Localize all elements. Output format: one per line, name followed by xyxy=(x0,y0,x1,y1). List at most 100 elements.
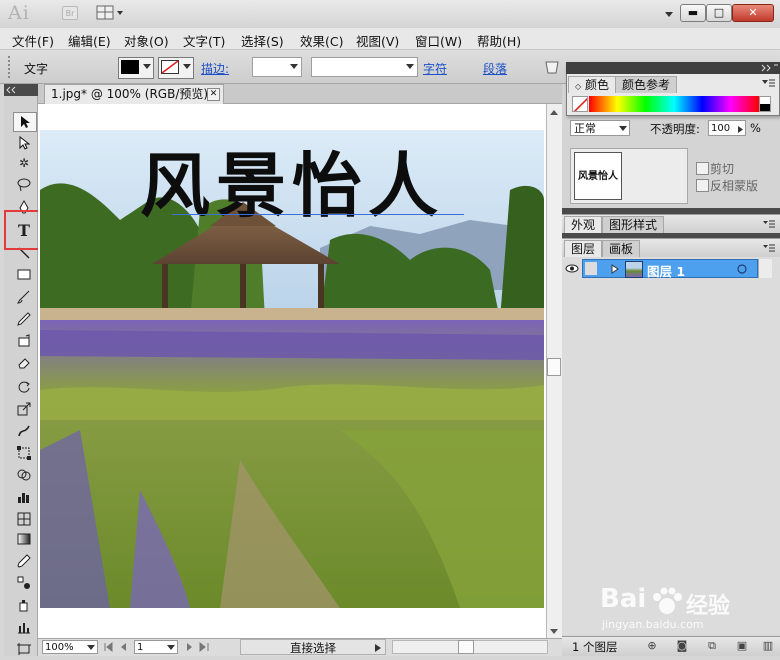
arrange-documents-button[interactable] xyxy=(96,4,126,22)
direct-selection-tool-icon[interactable] xyxy=(13,134,35,152)
menu-view[interactable]: 视图(V) xyxy=(356,31,399,50)
font-family-dropdown[interactable] xyxy=(311,57,418,77)
color-spectrum-ramp[interactable] xyxy=(589,96,759,112)
scroll-up-icon[interactable] xyxy=(548,106,560,116)
menu-file[interactable]: 文件(F) xyxy=(12,31,54,50)
eraser-tool-icon[interactable] xyxy=(13,354,35,372)
eyedropper-tool-icon[interactable] xyxy=(13,552,35,570)
gradient-tool-icon[interactable] xyxy=(13,530,35,548)
tab-layers[interactable]: 图层 xyxy=(564,240,603,257)
visibility-eye-icon[interactable] xyxy=(564,259,580,278)
collapse-arrows-icon xyxy=(6,86,16,94)
tab-graphic-styles[interactable]: 图形样式 xyxy=(602,216,665,233)
layer-thumbnail xyxy=(625,261,643,278)
tab-color[interactable]: ◇ 颜色 xyxy=(568,76,616,93)
paintbrush-tool-icon[interactable] xyxy=(13,288,35,306)
close-icon[interactable]: ✕ xyxy=(207,88,220,101)
page-dropdown[interactable]: 1 xyxy=(134,640,178,654)
stroke-panel-link[interactable]: 描边: xyxy=(201,60,229,77)
tab-color-guide[interactable]: 颜色参考 xyxy=(615,76,678,93)
blend-mode-value: 正常 xyxy=(574,122,596,135)
panel-menu-icon[interactable] xyxy=(760,78,776,90)
layer-row[interactable]: 图层 1 xyxy=(582,259,758,279)
lock-toggle[interactable] xyxy=(585,262,597,275)
symbol-sprayer-tool-icon[interactable] xyxy=(13,596,35,614)
mesh-tool-icon[interactable] xyxy=(13,510,35,528)
clip-label: 剪切 xyxy=(710,162,735,176)
horizontal-scroll-thumb[interactable] xyxy=(458,640,474,654)
rectangle-tool-icon[interactable] xyxy=(13,266,35,284)
chevron-down-icon[interactable] xyxy=(664,8,674,18)
panel-menu-icon[interactable] xyxy=(762,243,776,253)
invert-mask-checkbox[interactable] xyxy=(696,179,709,192)
opacity-unit: % xyxy=(750,121,761,135)
tab-artboards[interactable]: 画板 xyxy=(602,240,641,257)
menu-window[interactable]: 窗口(W) xyxy=(415,31,462,50)
tools-panel-grip[interactable] xyxy=(4,84,38,96)
menu-object[interactable]: 对象(O) xyxy=(124,31,169,50)
menu-effect[interactable]: 效果(C) xyxy=(300,31,343,50)
selection-tool-icon[interactable] xyxy=(13,112,37,132)
status-tool-readout[interactable]: 直接选择 xyxy=(240,639,386,655)
watermark-brand: Bai xyxy=(600,584,647,614)
target-circle-icon[interactable] xyxy=(737,264,747,274)
chevron-right-icon xyxy=(375,644,381,652)
expand-triangle-icon[interactable] xyxy=(611,264,619,274)
close-window-button[interactable]: ✕ xyxy=(732,4,774,22)
document-tab-title: 1.jpg* @ 100% (RGB/预览) xyxy=(51,87,209,101)
column-graph-tool-icon[interactable] xyxy=(13,618,35,636)
pencil-tool-icon[interactable] xyxy=(13,310,35,328)
stroke-weight-dropdown[interactable] xyxy=(252,57,302,77)
paw-logo-icon xyxy=(653,587,682,614)
first-prev-arrow-icon xyxy=(104,641,126,653)
app-logo: Ai xyxy=(8,2,30,24)
watermark-url: jingyan.baidu.com xyxy=(602,618,704,631)
magic-wand-tool-icon[interactable]: ✲ xyxy=(13,154,35,172)
tools-list: ✲ T xyxy=(4,96,38,656)
menu-help[interactable]: 帮助(H) xyxy=(477,31,521,50)
menu-select[interactable]: 选择(S) xyxy=(241,31,284,50)
fill-color-swatch[interactable] xyxy=(118,57,154,79)
warp-tool-icon[interactable] xyxy=(13,422,35,440)
minimize-button[interactable]: ▬ xyxy=(680,4,706,22)
black-white-swatch[interactable] xyxy=(759,96,771,112)
artboard-tool-icon[interactable] xyxy=(13,640,35,658)
color-panel-grip[interactable] xyxy=(566,62,780,74)
shape-builder-tool-icon[interactable] xyxy=(13,466,35,484)
character-panel-link[interactable]: 字符 xyxy=(423,60,447,77)
text-baseline xyxy=(172,214,464,215)
blend-mode-dropdown[interactable]: 正常 xyxy=(570,120,630,136)
layers-panel-header: 图层 画板 xyxy=(562,238,780,258)
none-color-swatch[interactable] xyxy=(572,96,588,112)
blend-tool-icon[interactable] xyxy=(13,574,35,592)
opacity-input[interactable]: 100 xyxy=(708,120,746,136)
object-thumbnail[interactable]: 风景怡人 xyxy=(574,152,622,200)
rotate-tool-icon[interactable] xyxy=(13,378,35,396)
scale-tool-icon[interactable] xyxy=(13,400,35,418)
menu-type[interactable]: 文字(T) xyxy=(183,31,225,50)
lasso-tool-icon[interactable] xyxy=(13,176,35,194)
layers-list xyxy=(562,257,780,635)
page-nav-prev[interactable] xyxy=(102,640,132,654)
panel-menu-icon[interactable] xyxy=(762,219,776,229)
free-transform-tool-icon[interactable] xyxy=(13,444,35,462)
maximize-button[interactable]: □ xyxy=(706,4,732,22)
document-tab[interactable]: 1.jpg* @ 100% (RGB/预览) ✕ xyxy=(44,84,224,104)
tab-appearance[interactable]: 外观 xyxy=(564,216,603,233)
paragraph-panel-link[interactable]: 段落 xyxy=(483,60,507,77)
bridge-button[interactable]: Br xyxy=(62,6,78,20)
opacity-label: 不透明度: xyxy=(650,122,700,136)
control-bar-grip[interactable] xyxy=(8,56,12,78)
layout-grid-icon xyxy=(96,5,123,20)
page-nav-next[interactable] xyxy=(182,640,212,654)
clip-checkbox[interactable] xyxy=(696,162,709,175)
blob-brush-tool-icon[interactable] xyxy=(13,332,35,350)
scroll-down-icon[interactable] xyxy=(548,626,560,636)
zoom-value: 100% xyxy=(45,642,74,653)
graph-tool-icon[interactable] xyxy=(13,488,35,506)
isolate-icon[interactable] xyxy=(543,58,561,76)
vertical-scroll-thumb[interactable] xyxy=(547,358,561,376)
stroke-color-swatch[interactable] xyxy=(158,57,194,79)
zoom-dropdown[interactable]: 100% xyxy=(42,640,98,654)
menu-edit[interactable]: 编辑(E) xyxy=(68,31,111,50)
